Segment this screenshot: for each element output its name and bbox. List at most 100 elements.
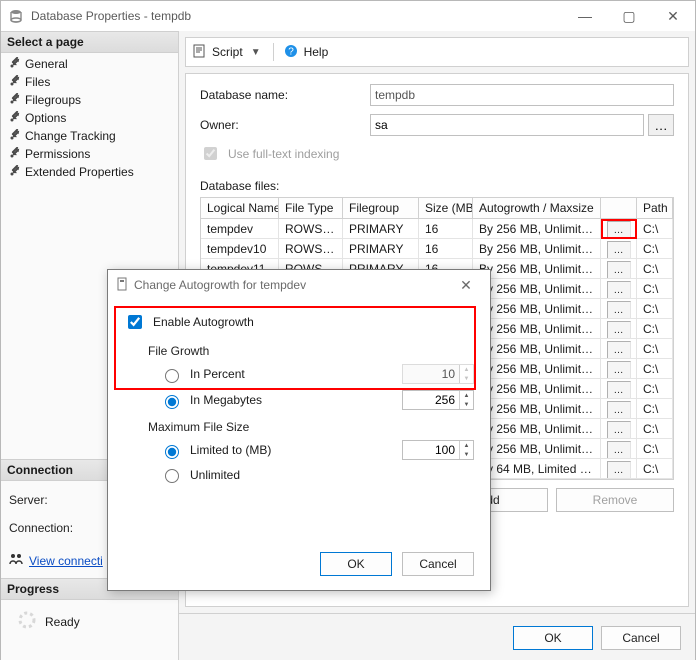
col-size[interactable]: Size (MB)	[419, 198, 473, 219]
autogrowth-edit-button[interactable]: …	[607, 301, 631, 319]
col-logical-name[interactable]: Logical Name	[201, 198, 279, 219]
cancel-button[interactable]: Cancel	[601, 626, 681, 650]
col-file-type[interactable]: File Type	[279, 198, 343, 219]
cell: tempdev	[201, 219, 279, 239]
unlimited-radio[interactable]	[165, 469, 179, 483]
cell: ROWS…	[279, 239, 343, 259]
in-percent-label: In Percent	[190, 367, 245, 381]
cell: C:\	[637, 259, 673, 279]
dbname-label: Database name:	[200, 88, 370, 102]
mb-input[interactable]	[403, 391, 459, 409]
in-percent-radio[interactable]	[165, 369, 179, 383]
autogrowth-edit-button[interactable]: …	[607, 401, 631, 419]
help-icon: ?	[284, 44, 298, 61]
filegrowth-label: File Growth	[148, 344, 474, 358]
page-item[interactable]: General	[1, 55, 178, 73]
page-item[interactable]: Extended Properties	[1, 163, 178, 181]
help-button[interactable]: Help	[304, 45, 329, 59]
spin-down-icon[interactable]: ▼	[460, 450, 473, 459]
cell: By 256 MB, Unlimited	[473, 299, 601, 319]
cell: C:\	[637, 339, 673, 359]
minimize-button[interactable]: —	[563, 1, 607, 31]
cell: By 64 MB, Limited to 2…	[473, 459, 601, 479]
connection-users-icon	[9, 553, 23, 568]
window-title: Database Properties - tempdb	[31, 9, 191, 23]
autogrowth-edit-button[interactable]: …	[607, 421, 631, 439]
autogrowth-edit-button[interactable]: …	[607, 341, 631, 359]
dialog-close-button[interactable]: ✕	[450, 277, 482, 294]
maxsize-label: Maximum File Size	[148, 420, 474, 434]
cell: By 256 MB, Unlimited	[473, 379, 601, 399]
spin-down-icon[interactable]: ▼	[460, 400, 473, 409]
cell: By 256 MB, Unlimited	[473, 359, 601, 379]
autogrowth-edit-button[interactable]: …	[607, 461, 631, 479]
in-mb-radio[interactable]	[165, 395, 179, 409]
col-autogrowth[interactable]: Autogrowth / Maxsize	[473, 198, 601, 219]
database-icon	[9, 9, 23, 23]
dbname-field	[370, 84, 674, 106]
owner-field[interactable]	[370, 114, 644, 136]
dialog-icon	[116, 277, 128, 294]
unlimited-label: Unlimited	[190, 468, 240, 482]
enable-autogrowth-checkbox[interactable]	[128, 315, 142, 329]
limit-stepper[interactable]: ▲▼	[402, 440, 474, 460]
page-item-label: Files	[25, 75, 50, 89]
script-dropdown-arrow-icon[interactable]: ▼	[249, 47, 263, 58]
spin-up-icon[interactable]: ▲	[460, 441, 473, 450]
cell: By 256 MB, Unlimited	[473, 219, 601, 239]
limit-input[interactable]	[403, 441, 459, 459]
autogrowth-edit-button[interactable]: …	[607, 281, 631, 299]
view-connection-link[interactable]: View connecti	[29, 554, 103, 568]
enable-autogrowth-row[interactable]: Enable Autogrowth	[124, 312, 474, 332]
page-item[interactable]: Change Tracking	[1, 127, 178, 145]
cell: C:\	[637, 279, 673, 299]
table-row[interactable]: tempdevROWS…PRIMARY16By 256 MB, Unlimite…	[201, 219, 673, 239]
page-item[interactable]: Filegroups	[1, 91, 178, 109]
autogrowth-edit-button[interactable]: …	[607, 241, 631, 259]
dialog-ok-button[interactable]: OK	[320, 552, 392, 576]
cell: By 256 MB, Unlimited	[473, 399, 601, 419]
cell: PRIMARY	[343, 219, 419, 239]
table-row[interactable]: tempdev10ROWS…PRIMARY16By 256 MB, Unlimi…	[201, 239, 673, 259]
autogrowth-edit-button[interactable]: …	[607, 321, 631, 339]
page-item-label: General	[25, 57, 68, 71]
dialog-title: Change Autogrowth for tempdev	[134, 278, 306, 292]
cell: 16	[419, 239, 473, 259]
mb-stepper[interactable]: ▲▼	[402, 390, 474, 410]
owner-browse-button[interactable]: …	[648, 114, 674, 136]
in-mb-label: In Megabytes	[190, 393, 262, 407]
dialog-cancel-button[interactable]: Cancel	[402, 552, 474, 576]
cell: C:\	[637, 439, 673, 459]
progress-spinner-icon	[17, 610, 37, 633]
limited-radio[interactable]	[165, 445, 179, 459]
cell: By 256 MB, Unlimited	[473, 339, 601, 359]
cell: By 256 MB, Unlimited	[473, 239, 601, 259]
page-item[interactable]: Options	[1, 109, 178, 127]
cell: By 256 MB, Unlimited	[473, 279, 601, 299]
spin-up-icon[interactable]: ▲	[460, 391, 473, 400]
dialog-titlebar: Change Autogrowth for tempdev ✕	[108, 270, 490, 300]
cell: C:\	[637, 299, 673, 319]
autogrowth-edit-button[interactable]: …	[607, 361, 631, 379]
toolbar: Script ▼ ? Help	[185, 37, 689, 67]
autogrowth-edit-button[interactable]: …	[607, 381, 631, 399]
autogrowth-edit-button[interactable]: …	[607, 261, 631, 279]
script-button[interactable]: Script	[212, 45, 243, 59]
fulltext-checkbox	[204, 147, 217, 160]
page-item[interactable]: Files	[1, 73, 178, 91]
autogrowth-edit-button[interactable]: …	[607, 221, 631, 239]
svg-text:?: ?	[288, 46, 294, 57]
grid-header: Logical Name File Type Filegroup Size (M…	[201, 198, 673, 219]
close-button[interactable]: ✕	[651, 1, 695, 31]
page-item-label: Filegroups	[25, 93, 81, 107]
maximize-button[interactable]: ▢	[607, 1, 651, 31]
page-item-label: Extended Properties	[25, 165, 134, 179]
ok-button[interactable]: OK	[513, 626, 593, 650]
page-item-label: Change Tracking	[25, 129, 116, 143]
page-item[interactable]: Permissions	[1, 145, 178, 163]
col-filegroup[interactable]: Filegroup	[343, 198, 419, 219]
col-path[interactable]: Path	[637, 198, 673, 219]
autogrowth-edit-button[interactable]: …	[607, 441, 631, 459]
window-buttons: — ▢ ✕	[563, 1, 695, 31]
cell: C:\	[637, 319, 673, 339]
